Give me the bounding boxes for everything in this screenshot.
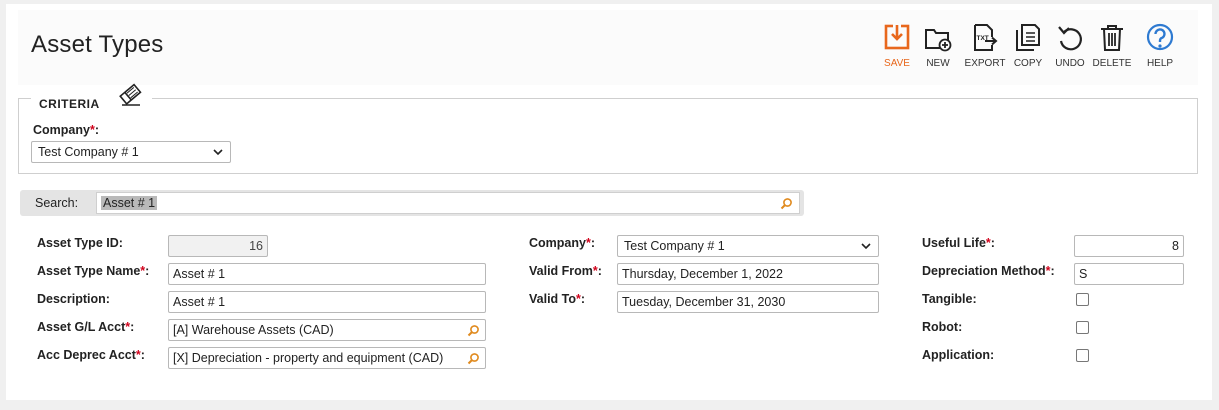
robot-checkbox[interactable] bbox=[1076, 321, 1089, 334]
criteria-title: CRITERIA bbox=[39, 97, 100, 111]
valid-from-label: Valid From*: bbox=[529, 264, 602, 278]
description-field[interactable]: Asset # 1 bbox=[168, 291, 486, 313]
criteria-company-label: Company*: bbox=[33, 123, 99, 137]
delete-button[interactable]: DELETE bbox=[1090, 23, 1134, 79]
asset-type-id-field: 16 bbox=[168, 235, 268, 257]
company-label: Company*: bbox=[529, 236, 595, 250]
asset-gl-acct-label: Asset G/L Acct*: bbox=[37, 320, 135, 334]
lookup-icon[interactable] bbox=[467, 352, 480, 365]
save-button[interactable]: SAVE bbox=[875, 23, 919, 79]
tangible-checkbox[interactable] bbox=[1076, 293, 1089, 306]
asset-type-id-label: Asset Type ID: bbox=[37, 236, 123, 250]
criteria-legend: CRITERIA bbox=[31, 83, 152, 111]
valid-to-field[interactable]: Tuesday, December 31, 2030 bbox=[617, 291, 879, 313]
page-header: Asset Types SAVE NEW TXT EXPORT COPY UND… bbox=[18, 10, 1198, 85]
help-icon bbox=[1146, 23, 1174, 51]
valid-to-label: Valid To*: bbox=[529, 292, 586, 306]
acc-deprec-acct-field[interactable]: [X] Depreciation - property and equipmen… bbox=[168, 347, 486, 369]
page-title: Asset Types bbox=[31, 31, 164, 58]
eraser-icon[interactable] bbox=[118, 83, 144, 107]
chevron-down-icon bbox=[213, 149, 223, 156]
tangible-label: Tangible: bbox=[922, 292, 977, 306]
trash-icon bbox=[1101, 25, 1123, 51]
new-button[interactable]: NEW bbox=[916, 23, 960, 79]
page: Asset Types SAVE NEW TXT EXPORT COPY UND… bbox=[6, 4, 1212, 400]
depreciation-method-label: Depreciation Method*: bbox=[922, 264, 1055, 278]
search-input[interactable]: Asset # 1 bbox=[96, 192, 800, 214]
save-icon bbox=[884, 24, 910, 50]
search-icon[interactable] bbox=[780, 197, 793, 210]
asset-gl-acct-field[interactable]: [A] Warehouse Assets (CAD) bbox=[168, 319, 486, 341]
criteria-company-select[interactable]: Test Company # 1 bbox=[31, 141, 231, 163]
company-select[interactable]: Test Company # 1 bbox=[617, 235, 879, 257]
depreciation-method-field[interactable]: S bbox=[1074, 263, 1184, 285]
search-value: Asset # 1 bbox=[101, 196, 158, 210]
asset-type-name-label: Asset Type Name*: bbox=[37, 264, 150, 278]
export-button[interactable]: TXT EXPORT bbox=[963, 23, 1007, 79]
robot-label: Robot: bbox=[922, 320, 963, 334]
application-checkbox[interactable] bbox=[1076, 349, 1089, 362]
valid-from-field[interactable]: Thursday, December 1, 2022 bbox=[617, 263, 879, 285]
search-bar: Search: Asset # 1 bbox=[20, 190, 804, 216]
copy-button[interactable]: COPY bbox=[1006, 23, 1050, 79]
copy-icon bbox=[1016, 24, 1040, 51]
new-folder-icon bbox=[925, 29, 952, 52]
chevron-down-icon bbox=[861, 243, 871, 250]
useful-life-label: Useful Life*: bbox=[922, 236, 995, 250]
asset-type-name-field[interactable]: Asset # 1 bbox=[168, 263, 486, 285]
search-label: Search: bbox=[35, 196, 79, 210]
help-button[interactable]: HELP bbox=[1138, 23, 1182, 79]
application-label: Application: bbox=[922, 348, 995, 362]
asset-type-form: Asset Type ID: 16 Asset Type Name*: Asse… bbox=[18, 218, 1198, 380]
criteria-panel: CRITERIA Company*: Test Company # 1 bbox=[18, 83, 1198, 174]
lookup-icon[interactable] bbox=[467, 324, 480, 337]
useful-life-field[interactable]: 8 bbox=[1074, 235, 1184, 257]
undo-button[interactable]: UNDO bbox=[1048, 23, 1092, 79]
acc-deprec-acct-label: Acc Deprec Acct*: bbox=[37, 348, 145, 362]
undo-icon bbox=[1058, 26, 1082, 51]
description-label: Description: bbox=[37, 292, 110, 306]
export-txt-icon: TXT bbox=[974, 24, 998, 51]
